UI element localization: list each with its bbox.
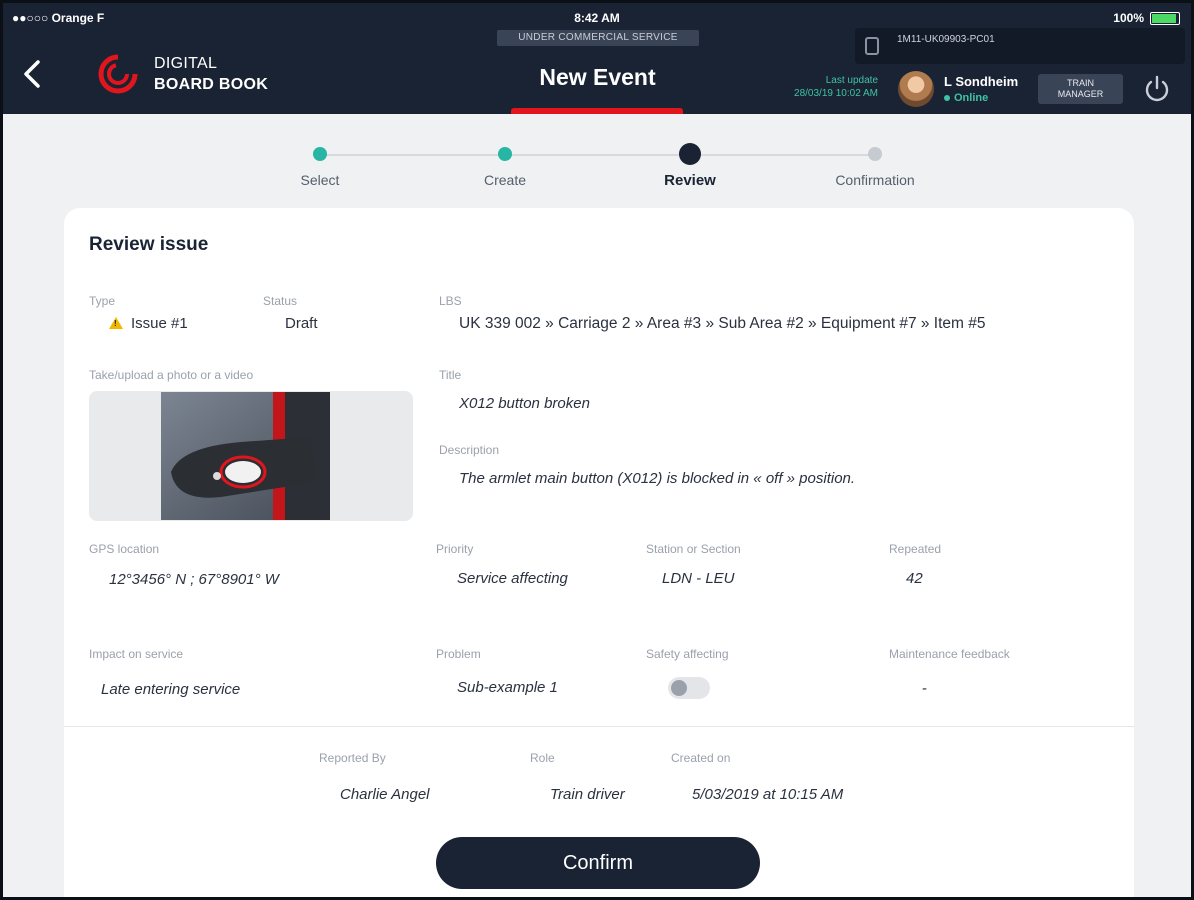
clock: 8:42 AM: [574, 11, 620, 25]
type-value: Issue #1: [109, 315, 188, 332]
created-value: 5/03/2019 at 10:15 AM: [692, 786, 844, 803]
station-label: Station or Section: [646, 542, 741, 556]
status-label: Status: [263, 294, 298, 308]
safety-label: Safety affecting: [646, 647, 729, 661]
role-label: Role: [530, 751, 555, 765]
lbs-label: LBS: [439, 294, 462, 308]
photo-label: Take/upload a photo or a video: [89, 368, 254, 382]
confirm-button[interactable]: Confirm: [436, 837, 760, 889]
maintenance-value: -: [922, 680, 927, 697]
user-status-text: Online: [954, 92, 989, 104]
brand-line-2: BOARD BOOK: [154, 76, 269, 93]
priority-label: Priority: [436, 542, 474, 556]
step-dot: [498, 147, 512, 161]
page-title: New Event: [539, 64, 656, 90]
step-create[interactable]: Create: [425, 138, 585, 188]
role-line-2: MANAGER: [1057, 89, 1104, 99]
user-name: L Sondheim: [944, 74, 1019, 89]
role-line-1: TRAIN: [1067, 78, 1094, 88]
review-card: Review issue Type Issue #1 Status Draft …: [64, 208, 1134, 900]
battery-percent: 100%: [1113, 11, 1144, 25]
role-value: Train driver: [550, 786, 625, 803]
brand-line-1: DIGITAL: [154, 55, 218, 72]
status-value: Draft: [285, 315, 318, 332]
progress-stepper: Select Create Review Confirmation: [240, 138, 960, 198]
role-badge: TRAIN MANAGER: [1038, 74, 1123, 104]
app-header: DIGITAL BOARD BOOK New Event 1M11-UK0990…: [0, 28, 1194, 114]
photo-preview[interactable]: [89, 391, 413, 521]
problem-value: Sub-example 1: [457, 679, 558, 696]
power-icon[interactable]: [1142, 74, 1172, 104]
last-update-value: 28/03/19 10:02 AM: [794, 88, 878, 99]
device-selector[interactable]: 1M11-UK09903-PC01: [855, 28, 1185, 64]
step-review[interactable]: Review: [610, 138, 770, 189]
warning-icon: [109, 317, 123, 329]
user-status: Online: [944, 92, 988, 104]
description-value: The armlet main button (X012) is blocked…: [459, 470, 856, 487]
brand-name: DIGITAL BOARD BOOK: [154, 53, 268, 95]
reported-by-value: Charlie Angel: [340, 786, 430, 803]
step-dot: [313, 147, 327, 161]
station-value: LDN - LEU: [662, 570, 735, 587]
safety-toggle[interactable]: [668, 677, 710, 699]
type-label: Type: [89, 294, 116, 308]
gps-value: 12°3456° N ; 67°8901° W: [109, 571, 279, 588]
priority-value: Service affecting: [457, 570, 568, 587]
last-update: Last update 28/03/19 10:02 AM: [760, 74, 878, 100]
brand-logo: [98, 54, 138, 94]
impact-label: Impact on service: [89, 647, 184, 661]
section-divider: [64, 726, 1134, 727]
gps-label: GPS location: [89, 542, 160, 556]
description-label: Description: [439, 443, 500, 457]
review-heading: Review issue: [89, 234, 209, 255]
step-select[interactable]: Select: [240, 138, 400, 188]
reported-by-label: Reported By: [319, 751, 386, 765]
service-banner: UNDER COMMERCIAL SERVICE: [497, 30, 699, 46]
last-update-label: Last update: [825, 75, 878, 86]
avatar[interactable]: [898, 71, 934, 107]
title-underline: [511, 108, 683, 114]
train-icon: [865, 37, 879, 55]
maintenance-label: Maintenance feedback: [889, 647, 1010, 661]
created-label: Created on: [671, 751, 731, 765]
step-dot: [868, 147, 882, 161]
step-label: Select: [300, 172, 340, 188]
device-id: 1M11-UK09903-PC01: [897, 34, 995, 45]
title-value: X012 button broken: [459, 395, 590, 412]
impact-value: Late entering service: [101, 681, 241, 698]
repeated-value: 42: [906, 570, 923, 587]
step-connector: [320, 154, 875, 156]
step-dot: [679, 143, 701, 165]
battery-icon: [1150, 11, 1180, 25]
lbs-value: UK 339 002 » Carriage 2 » Area #3 » Sub …: [459, 315, 986, 332]
step-confirmation[interactable]: Confirmation: [795, 138, 955, 188]
type-text: Issue #1: [131, 315, 188, 332]
chevron-left-icon: [24, 60, 40, 88]
step-label: Review: [664, 172, 716, 189]
toggle-knob: [671, 680, 687, 696]
status-right: 100%: [1113, 11, 1180, 25]
online-dot-icon: [944, 95, 950, 102]
attached-photo: [161, 392, 330, 520]
problem-label: Problem: [436, 647, 481, 661]
step-label: Confirmation: [835, 172, 915, 188]
step-label: Create: [483, 172, 527, 188]
repeated-label: Repeated: [889, 542, 942, 556]
title-label: Title: [439, 368, 462, 382]
back-button[interactable]: [20, 54, 50, 94]
